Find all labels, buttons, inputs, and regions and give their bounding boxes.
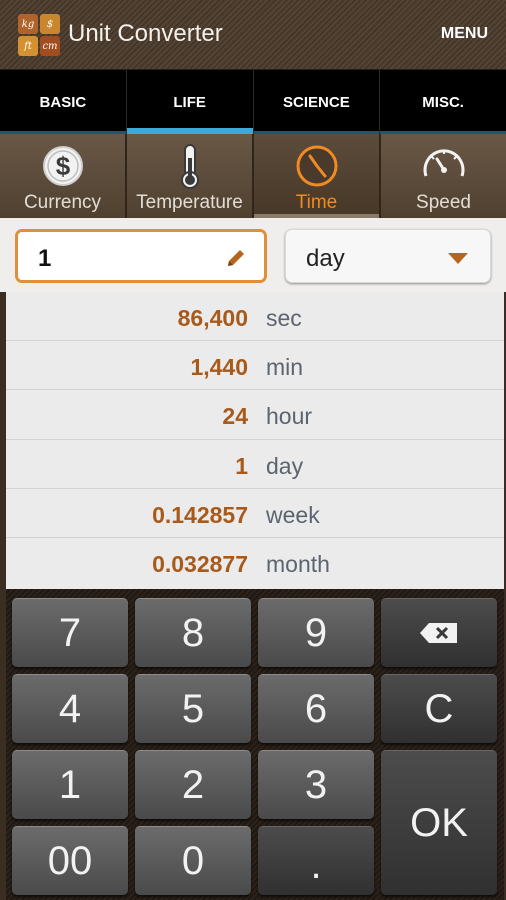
result-row[interactable]: 86,400 sec (6, 292, 504, 342)
app-title: Unit Converter (68, 20, 223, 47)
key-0-label: 0 (181, 839, 205, 883)
tab-basic-label: BASIC (39, 93, 87, 111)
decimal-point-label: . (310, 843, 322, 887)
app-logo-cell-kg: kg (18, 14, 38, 34)
menu-button[interactable]: MENU (441, 25, 488, 43)
key-3-label: 3 (304, 763, 328, 807)
result-value: 1 (235, 452, 248, 479)
key-4[interactable]: 4 (12, 674, 128, 743)
key-3[interactable]: 3 (258, 750, 374, 819)
chevron-down-icon (448, 253, 468, 264)
backspace-icon (420, 623, 457, 643)
tab-science[interactable]: SCIENCE (253, 70, 381, 134)
input-area: 1 day (0, 218, 506, 292)
key-2-label: 2 (181, 763, 205, 807)
result-unit: week (266, 501, 320, 528)
dollar-coin-icon: $ (42, 146, 83, 186)
tab-life-label: LIFE (173, 93, 206, 111)
unit-tab-time[interactable]: Time (254, 134, 381, 218)
key-8[interactable]: 8 (135, 598, 251, 667)
tab-life[interactable]: LIFE (126, 70, 254, 134)
unit-select[interactable]: day (285, 229, 491, 283)
pencil-icon (228, 250, 244, 266)
unit-tab-speed[interactable]: Speed (381, 134, 506, 218)
result-value: 86,400 (177, 305, 248, 331)
result-row[interactable]: 24 hour (6, 390, 504, 440)
result-row[interactable]: 0.032877 month (6, 538, 504, 587)
app-logo-icon: kg $ ft cm (18, 14, 60, 56)
clock-icon (296, 145, 337, 187)
svg-text:$: $ (55, 151, 70, 181)
key-9-label: 9 (304, 611, 328, 655)
action-bar: kg $ ft cm Unit Converter MENU (0, 0, 506, 70)
unit-tab-time-label: Time (295, 192, 338, 213)
result-unit: min (266, 354, 304, 381)
key-7-label: 7 (58, 611, 82, 655)
result-row[interactable]: 1 day (6, 440, 504, 489)
speedometer-icon (423, 149, 464, 177)
result-unit: month (266, 550, 330, 577)
unit-tab-temperature[interactable]: Temperature (127, 134, 254, 218)
key-7[interactable]: 7 (12, 598, 128, 667)
keypad: 7 8 9 4 5 6 C 1 2 3 OK 00 0 . (6, 589, 504, 900)
clear-button[interactable]: C (381, 674, 497, 743)
key-9[interactable]: 9 (258, 598, 374, 667)
app-logo-cell-ft: ft (18, 36, 38, 56)
key-00-label: 00 (47, 839, 93, 883)
backspace-button[interactable] (381, 598, 497, 667)
key-0[interactable]: 0 (135, 826, 251, 895)
unit-type-tabs: $ Currency Temperature Time Speed (0, 134, 506, 218)
key-1-label: 1 (58, 763, 82, 807)
unit-tab-currency[interactable]: $ Currency (0, 134, 127, 218)
app-logo-cell-cm: cm (40, 36, 60, 56)
clear-button-label: C (424, 687, 454, 731)
category-tabs: BASIC LIFE SCIENCE MISC. (0, 70, 506, 134)
result-value: 1,440 (190, 354, 248, 381)
key-5-label: 5 (181, 687, 205, 731)
unit-select-value: day (306, 245, 345, 272)
key-6[interactable]: 6 (258, 674, 374, 743)
thermometer-icon (180, 144, 199, 189)
result-unit: day (266, 452, 304, 479)
result-unit: hour (266, 403, 313, 430)
tab-misc-label: MISC. (422, 93, 464, 111)
value-input-text: 1 (38, 245, 52, 272)
key-8-label: 8 (181, 611, 205, 655)
result-value: 24 (222, 403, 248, 430)
key-00[interactable]: 00 (12, 826, 128, 895)
value-input[interactable]: 1 (15, 229, 267, 283)
results-list: 86,400 sec 1,440 min 24 hour 1 day 0.142… (6, 292, 504, 589)
result-value: 0.032877 (152, 550, 248, 577)
tab-misc[interactable]: MISC. (380, 70, 506, 134)
ok-button-label: OK (410, 801, 468, 845)
key-5[interactable]: 5 (135, 674, 251, 743)
key-1[interactable]: 1 (12, 750, 128, 819)
unit-tab-currency-label: Currency (23, 192, 102, 213)
tab-science-label: SCIENCE (283, 93, 350, 111)
unit-tab-temperature-label: Temperature (136, 192, 243, 213)
decimal-point-button[interactable]: . (258, 826, 374, 895)
unit-tab-speed-label: Speed (416, 192, 471, 213)
result-unit: sec (266, 305, 302, 331)
key-2[interactable]: 2 (135, 750, 251, 819)
app-logo-cell-dollar: $ (40, 14, 60, 34)
result-row[interactable]: 1,440 min (6, 341, 504, 391)
key-4-label: 4 (58, 687, 82, 731)
result-value: 0.142857 (152, 501, 248, 528)
key-6-label: 6 (304, 687, 328, 731)
result-row[interactable]: 0.142857 week (6, 489, 504, 538)
tab-basic[interactable]: BASIC (0, 70, 127, 134)
ok-button[interactable]: OK (381, 750, 497, 895)
